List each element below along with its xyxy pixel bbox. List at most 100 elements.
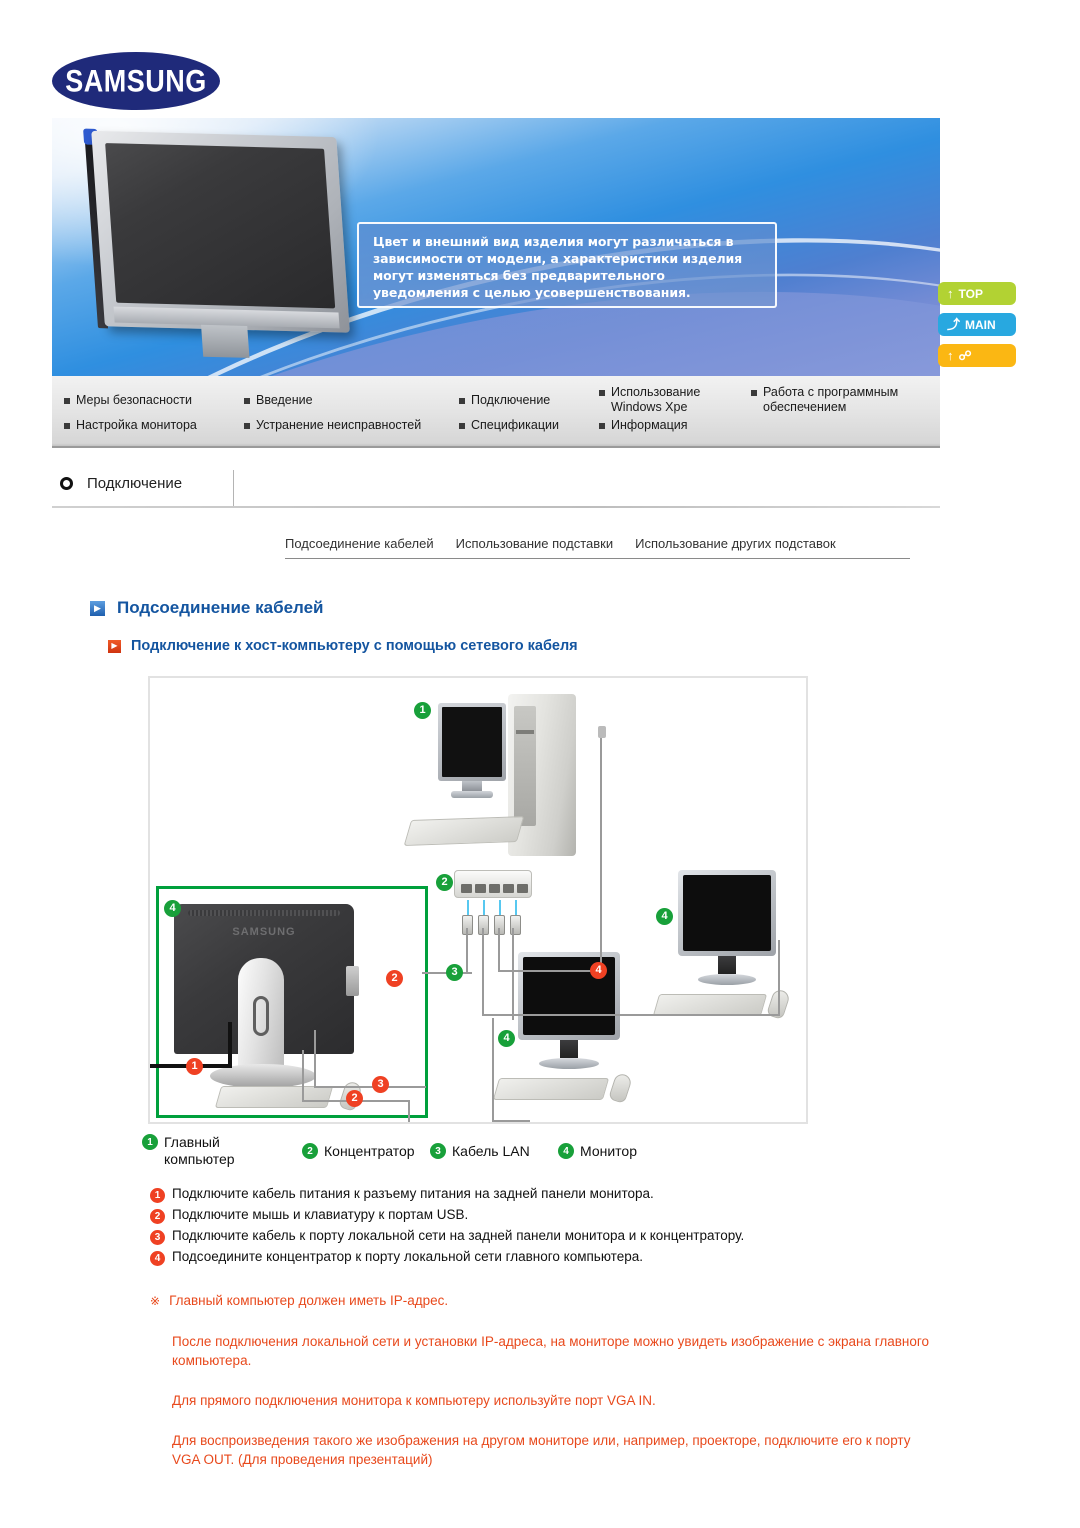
legend-badge-1: 1 xyxy=(142,1134,158,1150)
hub-ports xyxy=(461,884,528,893)
wire-dot xyxy=(422,1122,424,1124)
wire-lan-monitor-up xyxy=(314,1030,316,1088)
nav-label: Подключение xyxy=(471,392,551,407)
wire-right-monitor-up xyxy=(778,940,780,1016)
main-button-label: MAIN xyxy=(965,317,996,332)
page-title-row: ▶ Подсоединение кабелей xyxy=(90,598,324,618)
tab-using-other-stands[interactable]: Использование других подставок xyxy=(635,536,836,551)
diagram-legend: 1 Главный компьютер 2 Концентратор 3 Каб… xyxy=(142,1134,842,1168)
badge-orange-2b: 2 xyxy=(346,1090,363,1107)
nav-item-introduction[interactable]: Введение xyxy=(244,393,459,408)
client-mouse-center xyxy=(608,1072,633,1104)
bullet-icon xyxy=(599,423,605,429)
breadcrumb-rule xyxy=(52,506,940,508)
step-badge-3: 3 xyxy=(150,1230,165,1245)
legend-item-lan-cable: 3 Кабель LAN xyxy=(430,1143,558,1159)
section-title-row: ▶ Подключение к хост-компьютеру с помощь… xyxy=(108,638,578,654)
nav-item-specifications[interactable]: Спецификации xyxy=(459,418,599,433)
legend-item-host: 1 Главный компьютер xyxy=(142,1134,302,1168)
legend-item-hub: 2 Концентратор xyxy=(302,1143,430,1159)
nav-item-monitor-setup[interactable]: Настройка монитора xyxy=(64,418,244,433)
host-pc-monitor xyxy=(438,703,506,801)
sub-tab-bar: Подсоединение кабелей Использование подс… xyxy=(285,536,910,559)
bullet-icon xyxy=(459,423,465,429)
nav-item-software[interactable]: Работа с программным обеспечением xyxy=(751,385,941,415)
legend-badge-4: 4 xyxy=(558,1143,574,1159)
tab-using-stand[interactable]: Использование подставки xyxy=(456,536,613,551)
circle-icon xyxy=(60,477,73,490)
nav-item-connection[interactable]: Подключение xyxy=(459,393,599,408)
nav-label: Меры безопасности xyxy=(76,392,192,407)
wire-power-up xyxy=(228,1022,232,1068)
wire-center-down xyxy=(492,1018,494,1122)
badge-orange-3: 3 xyxy=(372,1076,389,1093)
note-primary: ※ Главный компьютер должен иметь IP-адре… xyxy=(150,1291,940,1311)
host-pc-stand-neck xyxy=(462,781,482,791)
nav-label: Настройка монитора xyxy=(76,418,197,432)
side-button-group: ↑ TOP ⤴ MAIN ↑ ☍ xyxy=(938,282,1016,367)
instruction-item-3: 3 Подключите кабель к порту локальной се… xyxy=(150,1228,950,1245)
wire-plug1-down xyxy=(466,928,468,974)
wire-connector-top xyxy=(598,726,606,738)
nav-item-information[interactable]: Информация xyxy=(599,418,751,433)
step-text-4: Подсоедините концентратор к порту локаль… xyxy=(172,1249,643,1264)
chevron-right-icon-red: ▶ xyxy=(108,639,121,653)
connection-diagram: SAMSUNG 1 2 3 4 4 4 1 2 2 3 4 xyxy=(148,676,808,1124)
legend-item-monitor: 4 Монитор xyxy=(558,1143,637,1159)
note-primary-text: Главный компьютер должен иметь IP-адрес. xyxy=(169,1293,449,1308)
chevron-right-icon: ▶ xyxy=(90,600,105,616)
index-button[interactable]: ↑ ☍ xyxy=(938,344,1016,367)
badge-green-1: 1 xyxy=(414,702,431,719)
wire-plug3-down xyxy=(498,928,500,972)
top-button-label: TOP xyxy=(958,286,983,301)
bullet-icon xyxy=(599,390,605,396)
step-badge-4: 4 xyxy=(150,1251,165,1266)
nav-item-windows-xpe[interactable]: Использование Windows Xpe xyxy=(599,385,751,415)
top-button[interactable]: ↑ TOP xyxy=(938,282,1016,305)
banner-callout-text: Цвет и внешний вид изделия могут различа… xyxy=(373,234,743,300)
client-monitor-center-neck xyxy=(560,1040,578,1058)
logo-text: SAMSUNG xyxy=(65,63,207,98)
instruction-item-4: 4 Подсоедините концентратор к порту лока… xyxy=(150,1249,950,1266)
step-text-1: Подключите кабель питания к разъему пита… xyxy=(172,1186,654,1201)
badge-green-2: 2 xyxy=(436,874,453,891)
badge-green-4c: 4 xyxy=(656,908,673,925)
nav-label: Информация xyxy=(611,418,688,432)
asterisk-icon: ※ xyxy=(150,1294,161,1308)
banner-callout: Цвет и внешний вид изделия могут различа… xyxy=(357,222,777,308)
nav-label: Спецификации xyxy=(471,418,559,432)
monitor-usb-port-area xyxy=(346,966,359,996)
samsung-keyboard xyxy=(214,1086,334,1108)
wire-host-to-hub xyxy=(600,728,602,972)
step-badge-1: 1 xyxy=(150,1188,165,1203)
wire-plug2-down xyxy=(482,928,484,1016)
instruction-item-1: 1 Подключите кабель питания к разъему пи… xyxy=(150,1186,950,1203)
network-hub xyxy=(454,870,532,898)
legend-badge-3: 3 xyxy=(430,1143,446,1159)
hero-banner: Цвет и внешний вид изделия могут различа… xyxy=(52,118,940,376)
tab-cable-connection[interactable]: Подсоединение кабелей xyxy=(285,536,434,551)
legend-label-4: Монитор xyxy=(580,1143,637,1159)
badge-orange-4: 4 xyxy=(590,962,607,979)
bullet-icon xyxy=(459,397,465,404)
client-monitor-right xyxy=(678,870,776,985)
nav-item-safety[interactable]: Меры безопасности xyxy=(64,393,244,408)
breadcrumb: Подключение xyxy=(60,475,182,498)
arrow-up-icon-2: ↑ xyxy=(947,348,954,363)
nav-label: Устранение неисправностей xyxy=(256,418,422,432)
monitor-watermark: SAMSUNG xyxy=(232,926,296,938)
note-paragraph-2: Для прямого подключения монитора к компь… xyxy=(172,1393,656,1408)
arrow-branch-icon: ⤴ xyxy=(947,317,961,332)
nav-item-troubleshooting[interactable]: Устранение неисправностей xyxy=(244,418,459,433)
book-icon: ☍ xyxy=(958,348,972,363)
note-paragraph-1: После подключения локальной сети и устан… xyxy=(172,1334,929,1368)
instruction-list: 1 Подключите кабель питания к разъему пи… xyxy=(150,1186,950,1270)
legend-label-1: Главный компьютер xyxy=(164,1134,235,1167)
main-button[interactable]: ⤴ MAIN xyxy=(938,313,1016,336)
arrow-up-icon: ↑ xyxy=(947,286,954,301)
nav-label: Введение xyxy=(256,392,313,407)
client-keyboard-center xyxy=(492,1078,610,1100)
section-title: Подключение к хост-компьютеру с помощью … xyxy=(131,638,578,654)
host-pc-screen xyxy=(438,703,506,781)
chapter-nav-row-1: Меры безопасности Введение Подключение И… xyxy=(64,385,941,415)
